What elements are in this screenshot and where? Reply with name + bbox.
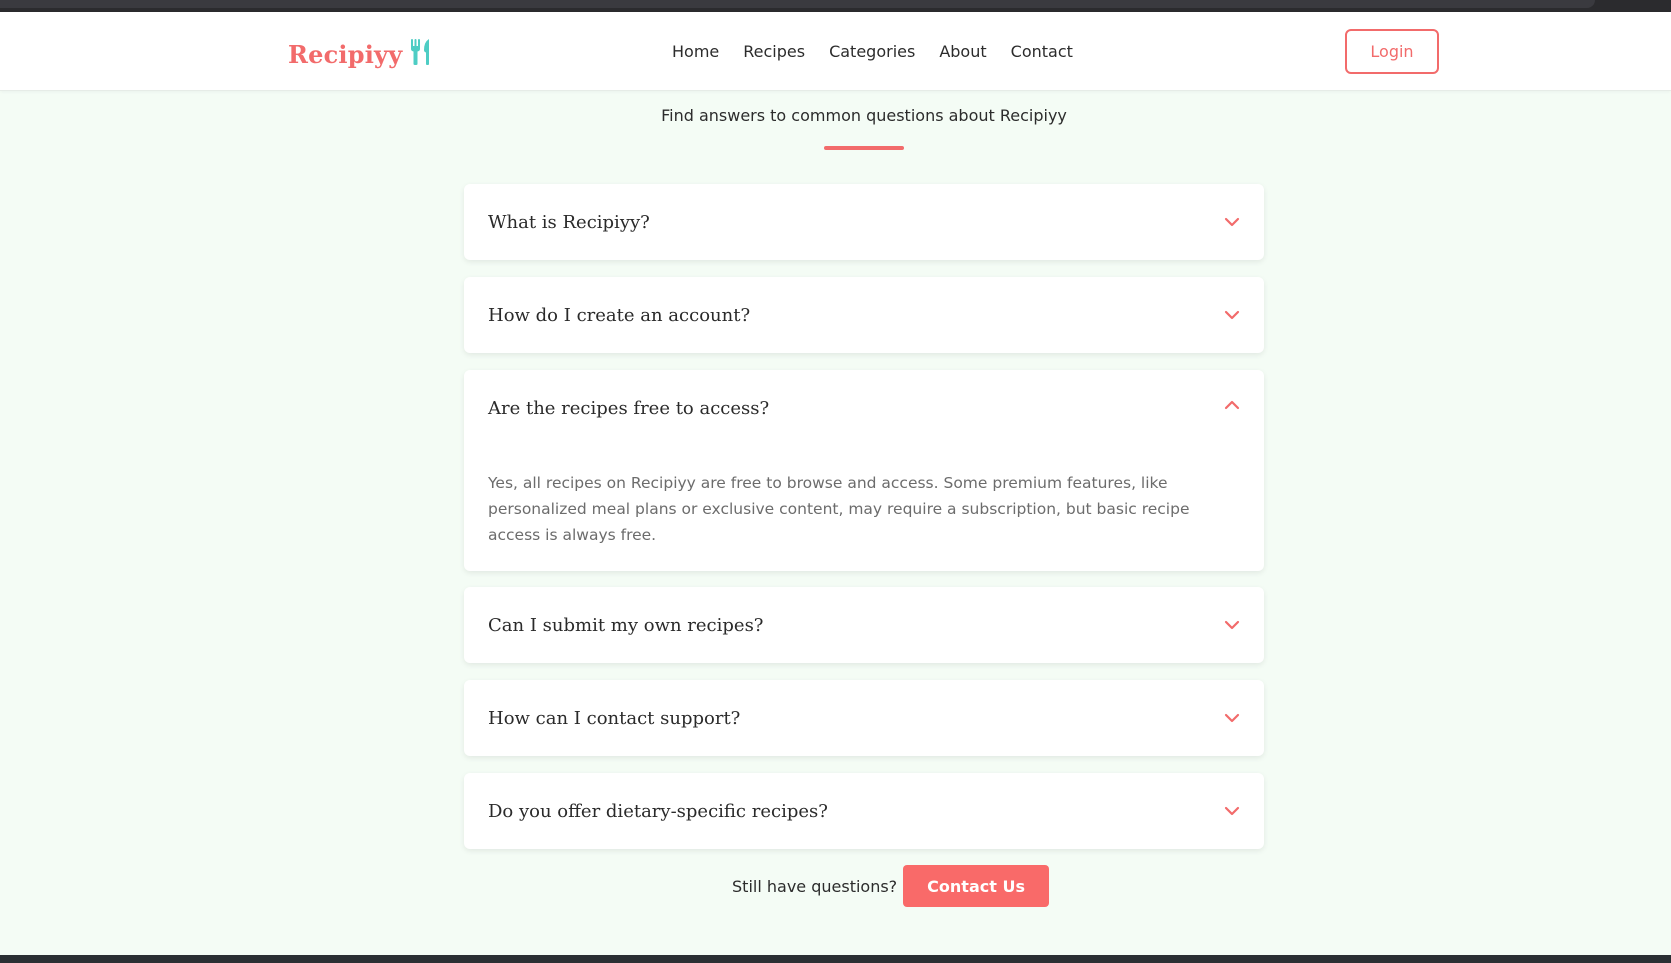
- faq-item[interactable]: How do I create an account?: [464, 277, 1264, 353]
- title-underline: [824, 146, 904, 150]
- faq-question: What is Recipiyy?: [488, 211, 650, 233]
- chevron-down-icon: [1224, 620, 1240, 630]
- contact-row: Still have questions? Contact Us: [0, 865, 1671, 907]
- browser-top-strip: [0, 0, 1671, 12]
- browser-tab-bar: [0, 0, 1595, 8]
- contact-us-button[interactable]: Contact Us: [903, 865, 1049, 907]
- faq-subtitle: Find answers to common questions about R…: [661, 106, 1067, 125]
- chevron-up-icon: [1224, 400, 1240, 410]
- faq-answer: Yes, all recipes on Recipiyy are free to…: [488, 474, 1190, 544]
- chevron-down-icon: [1224, 217, 1240, 227]
- chevron-down-icon: [1224, 806, 1240, 816]
- login-button[interactable]: Login: [1345, 29, 1439, 74]
- nav-about[interactable]: About: [939, 40, 986, 64]
- faq-question: How can I contact support?: [488, 707, 741, 729]
- nav-recipes[interactable]: Recipes: [743, 40, 805, 64]
- nav-categories[interactable]: Categories: [829, 40, 915, 64]
- logo-text: Recipiyy: [288, 39, 403, 69]
- main-nav: Home Recipes Categories About Contact: [672, 40, 1097, 64]
- utensils-icon: [410, 38, 432, 70]
- chevron-down-icon: [1224, 310, 1240, 320]
- faq-item[interactable]: Can I submit my own recipes?: [464, 587, 1264, 663]
- faq-item[interactable]: How can I contact support?: [464, 680, 1264, 756]
- faq-item[interactable]: Do you offer dietary-specific recipes?: [464, 773, 1264, 849]
- chevron-down-icon: [1224, 713, 1240, 723]
- site-header: Recipiyy Home Recipes Categories About C…: [0, 12, 1671, 91]
- faq-question: How do I create an account?: [488, 304, 751, 326]
- faq-item-expanded[interactable]: Are the recipes free to access? Yes, all…: [464, 370, 1264, 571]
- contact-prompt: Still have questions?: [732, 876, 898, 896]
- faq-item[interactable]: What is Recipiyy?: [464, 184, 1264, 260]
- faq-question: Can I submit my own recipes?: [488, 614, 764, 636]
- logo[interactable]: Recipiyy: [288, 36, 432, 72]
- nav-contact[interactable]: Contact: [1011, 40, 1073, 64]
- faq-question: Are the recipes free to access?: [488, 397, 770, 419]
- footer-strip: [0, 955, 1671, 963]
- nav-home[interactable]: Home: [672, 40, 719, 64]
- faq-question: Do you offer dietary-specific recipes?: [488, 800, 828, 822]
